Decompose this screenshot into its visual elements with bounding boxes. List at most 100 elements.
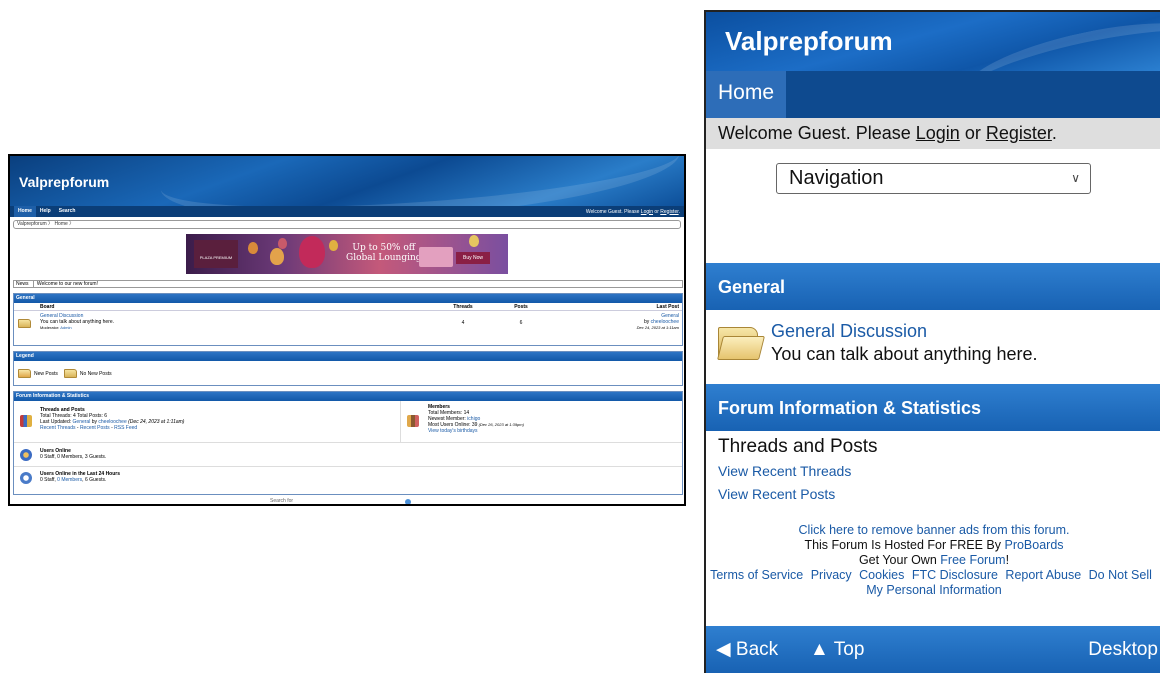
breadcrumb-forum[interactable]: Valprepforum xyxy=(17,221,47,227)
breadcrumb-separator-icon: 〉 xyxy=(69,221,75,227)
mobile-board-link-general-discussion[interactable]: General Discussion xyxy=(771,321,927,342)
desktop-tab-search[interactable]: Search xyxy=(55,206,80,217)
board-info-cell: General Discussion You can talk about an… xyxy=(40,311,434,335)
search-globe-icon[interactable] xyxy=(405,499,411,504)
view-recent-posts-link[interactable]: View Recent Posts xyxy=(718,486,835,502)
balloon-icon xyxy=(248,242,258,254)
users-online-row: Users Online 0 Staff, 0 Members, 3 Guest… xyxy=(14,443,682,467)
posts-count: 6 xyxy=(519,320,523,326)
users-online-icon xyxy=(20,449,32,461)
ad-text-line1: Up to 50% off xyxy=(352,243,416,253)
welcome-suffix: . xyxy=(1051,123,1057,143)
proboards-link[interactable]: ProBoards xyxy=(1004,538,1063,552)
privacy-link[interactable]: Privacy xyxy=(811,568,852,582)
view-recent-threads-link[interactable]: View Recent Threads xyxy=(718,463,851,479)
folder-icon xyxy=(716,327,765,361)
mobile-forum-title[interactable]: Valprepforum xyxy=(725,26,893,57)
banner-ad[interactable]: PLAZA PREMIUM Up to 50% off Global Loungi… xyxy=(186,234,508,274)
desktop-news-bar: News Welcome to our new forum! xyxy=(13,280,683,288)
desktop-login-link[interactable]: Login xyxy=(641,209,653,215)
free-forum-link[interactable]: Free Forum xyxy=(940,553,1005,567)
mobile-general-header: General xyxy=(706,263,1160,310)
users-online-text: 0 Staff, 0 Members, 3 Guests. xyxy=(40,454,107,460)
balloon-icon xyxy=(270,248,284,265)
rss-feed-link[interactable]: RSS Feed xyxy=(114,425,137,431)
desktop-view-button[interactable]: Desktop xyxy=(1088,626,1158,673)
up-arrow-icon: ▲ xyxy=(810,639,829,660)
moderator-link[interactable]: Admin xyxy=(60,325,71,330)
threads-count: 4 xyxy=(461,320,465,326)
mobile-forum-view: Valprepforum Home Welcome Guest. Please … xyxy=(704,10,1160,673)
balloon-icon xyxy=(329,240,338,251)
desktop-general-section: General Board Threads Posts Last Post Ge… xyxy=(13,293,683,346)
terms-of-service-link[interactable]: Terms of Service xyxy=(710,568,803,582)
desktop-register-link[interactable]: Register xyxy=(660,209,678,215)
breadcrumb-home[interactable]: Home xyxy=(54,221,67,227)
welcome-prefix: Welcome Guest. Please xyxy=(585,208,641,215)
top-button[interactable]: ▲ Top xyxy=(810,626,864,673)
ad-buy-now-button[interactable]: Buy Now xyxy=(456,252,490,264)
desktop-search-label: Search for xyxy=(270,498,294,504)
back-button[interactable]: ◀ Back xyxy=(716,626,778,673)
news-label: News xyxy=(16,281,29,287)
desktop-tab-home[interactable]: Home xyxy=(14,206,36,217)
users-24h-suffix: , 6 Guests. xyxy=(82,477,107,483)
mobile-login-link[interactable]: Login xyxy=(916,123,960,143)
mobile-footer: Click here to remove banner ads from thi… xyxy=(706,523,1160,598)
back-arrow-icon: ◀ xyxy=(716,639,731,660)
desktop-breadcrumb: Valprepforum 〉 Home 〉 xyxy=(13,220,681,229)
members-icon xyxy=(407,415,419,427)
board-columns-header: Board Threads Posts Last Post xyxy=(14,303,682,311)
users-24h-row: Users Online in the Last 24 Hours 0 Staf… xyxy=(14,467,682,489)
col-board: Board xyxy=(40,304,55,310)
desktop-legend-section: Legend New Posts No New Posts xyxy=(13,351,683,386)
members-info: Members Total Members: 14 Newest Member:… xyxy=(428,401,682,442)
personal-information-link[interactable]: My Personal Information xyxy=(866,583,1001,597)
mobile-board-row[interactable]: General Discussion You can talk about an… xyxy=(716,317,1156,373)
news-text: Welcome to our new forum! xyxy=(36,281,98,287)
desktop-stats-section: Forum Information & Statistics Threads a… xyxy=(13,391,683,495)
recent-threads-link[interactable]: Recent Threads xyxy=(40,425,75,431)
mobile-tab-home[interactable]: Home xyxy=(706,71,787,118)
mobile-threads-posts-title: Threads and Posts xyxy=(718,436,878,457)
cookies-link[interactable]: Cookies xyxy=(859,568,904,582)
recent-posts-link[interactable]: Recent Posts xyxy=(80,425,110,431)
report-abuse-link[interactable]: Report Abuse xyxy=(1005,568,1081,582)
desktop-forum-title[interactable]: Valprepforum xyxy=(19,174,109,190)
mobile-board-description: You can talk about anything here. xyxy=(771,344,1038,364)
stats-header: Forum Information & Statistics xyxy=(14,392,682,401)
birthdays-link[interactable]: View today's birthdays xyxy=(428,428,478,434)
general-header: General xyxy=(14,294,682,303)
users-24h-members-link[interactable]: 0 Members xyxy=(57,477,82,483)
do-not-sell-link[interactable]: Do Not Sell xyxy=(1089,568,1152,582)
mobile-bottom-bar: ◀ Back ▲ Top Desktop xyxy=(706,626,1160,673)
chevron-down-icon: ∨ xyxy=(1071,171,1080,185)
ftc-disclosure-link[interactable]: FTC Disclosure xyxy=(912,568,998,582)
welcome-prefix: Welcome Guest. Please xyxy=(718,123,916,143)
moderator-label: Moderator: xyxy=(40,325,61,330)
remove-ads-link[interactable]: Click here to remove banner ads from thi… xyxy=(799,523,1070,537)
news-divider xyxy=(32,281,34,287)
no-new-posts-folder-icon xyxy=(63,369,77,378)
board-row[interactable]: General Discussion You can talk about an… xyxy=(14,311,682,335)
mobile-register-link[interactable]: Register xyxy=(986,123,1052,143)
legend-new-posts: New Posts xyxy=(34,370,58,377)
top-label: Top xyxy=(833,639,865,660)
ad-text: Up to 50% off Global Lounging xyxy=(346,243,422,263)
footer-links: Terms of Service Privacy Cookies FTC Dis… xyxy=(706,568,1160,583)
threads-posts-row: Threads and Posts Total Threads: 4 Total… xyxy=(14,401,682,443)
ad-card-image xyxy=(419,247,453,267)
back-label: Back xyxy=(735,639,779,660)
desktop-tab-help[interactable]: Help xyxy=(36,206,55,217)
clock-icon xyxy=(20,472,32,484)
balloon-icon xyxy=(278,238,287,249)
stats-icon-cell xyxy=(14,401,40,442)
navigation-select[interactable]: Navigation ∨ xyxy=(776,163,1091,194)
users-24h-prefix: 0 Staff, xyxy=(40,477,58,483)
banner-swoosh xyxy=(157,156,683,206)
welcome-or: or xyxy=(959,123,986,143)
last24-icon-cell xyxy=(14,467,40,489)
folder-icon xyxy=(18,319,31,328)
mobile-tab-bar: Home xyxy=(706,71,1160,118)
most-online-date: (Dec 26, 2023 at 1:39pm) xyxy=(477,422,524,427)
